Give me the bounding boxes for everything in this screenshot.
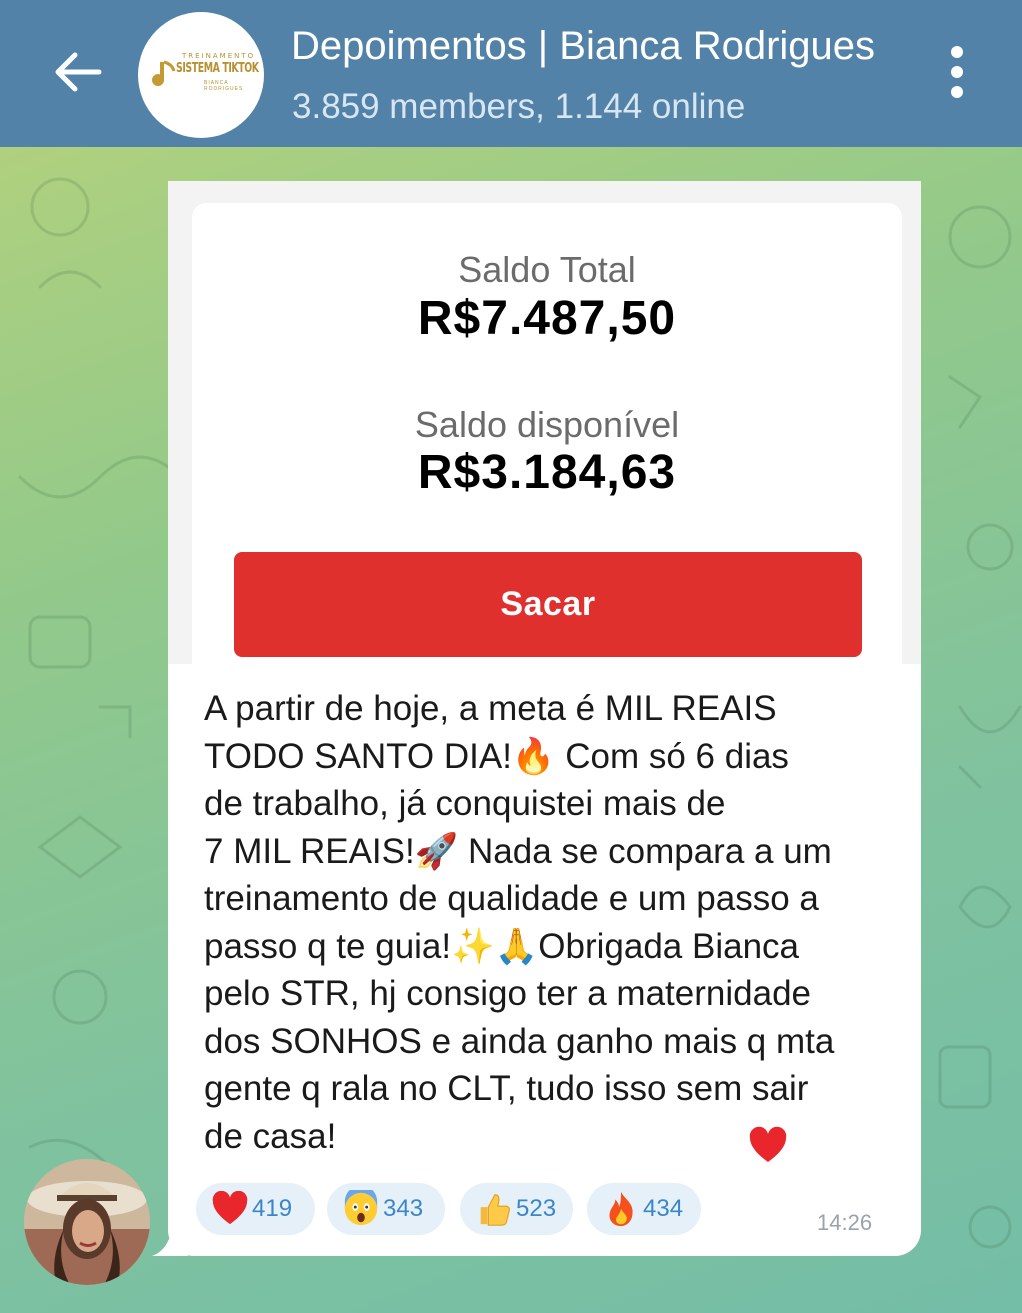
reaction-thumbs-up[interactable]: 523 bbox=[460, 1183, 573, 1235]
logo-top-text: TREINAMENTO bbox=[182, 52, 256, 60]
menu-dot bbox=[951, 66, 963, 78]
reaction-count: 434 bbox=[643, 1195, 684, 1222]
menu-dot bbox=[951, 46, 963, 58]
message-time: 14:26 bbox=[817, 1210, 873, 1235]
total-balance-label: Saldo Total bbox=[458, 249, 636, 290]
withdraw-button[interactable]: Sacar bbox=[234, 552, 862, 657]
message-text: A partir de hoje, a meta é MIL REAIS TOD… bbox=[204, 689, 835, 1156]
thumbs-up-icon bbox=[474, 1189, 514, 1229]
reaction-shocked[interactable]: 343 bbox=[327, 1183, 445, 1235]
sender-avatar-photo bbox=[24, 1159, 150, 1285]
heart-icon bbox=[749, 1126, 787, 1162]
total-balance-value: R$7.487,50 bbox=[417, 292, 677, 345]
chat-member-count: 3.859 members, 1.144 online bbox=[292, 87, 746, 126]
reaction-count: 343 bbox=[383, 1195, 424, 1222]
back-button[interactable] bbox=[48, 42, 108, 102]
logo-main-text: SISTEMA TIKTOK bbox=[176, 61, 259, 76]
arrow-left-icon bbox=[55, 52, 102, 92]
fire-icon bbox=[601, 1189, 641, 1229]
logo-bottom-text: BIANCA RODRIGUES bbox=[204, 80, 244, 92]
menu-dot bbox=[951, 86, 963, 98]
chat-header: TREINAMENTO SISTEMA TIKTOK BIANCA RODRIG… bbox=[0, 0, 1022, 147]
group-avatar[interactable]: TREINAMENTO SISTEMA TIKTOK BIANCA RODRIG… bbox=[138, 12, 264, 138]
reaction-count: 523 bbox=[516, 1195, 557, 1222]
music-note-icon bbox=[152, 60, 176, 87]
screaming-face-icon bbox=[341, 1189, 381, 1229]
reaction-fire[interactable]: 434 bbox=[587, 1183, 701, 1235]
available-balance-value: R$3.184,63 bbox=[417, 446, 677, 499]
available-balance-label: Saldo disponível bbox=[414, 404, 680, 445]
sender-avatar[interactable] bbox=[24, 1159, 150, 1285]
more-options-button[interactable] bbox=[940, 42, 974, 102]
reaction-count: 419 bbox=[252, 1195, 293, 1222]
group-logo: TREINAMENTO SISTEMA TIKTOK BIANCA RODRIG… bbox=[142, 52, 260, 98]
wallet-card: Saldo Total R$7.487,50 Saldo disponível … bbox=[192, 203, 902, 664]
chat-title[interactable]: Depoimentos | Bianca Rodrigues bbox=[291, 24, 875, 69]
heart-icon bbox=[210, 1189, 250, 1229]
reaction-heart[interactable]: 419 bbox=[196, 1183, 315, 1235]
